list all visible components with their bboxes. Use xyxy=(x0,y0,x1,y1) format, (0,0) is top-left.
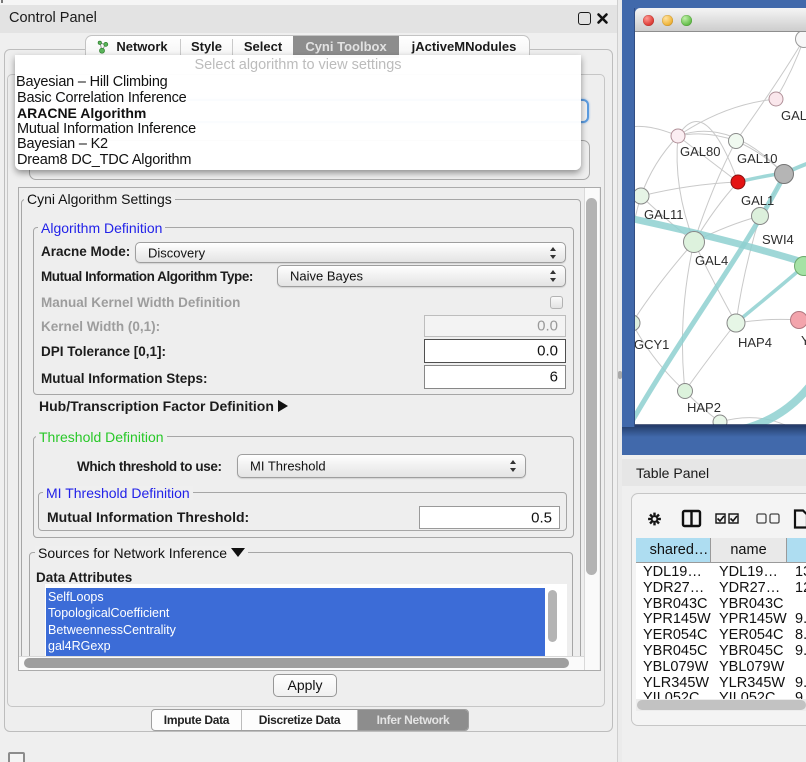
svg-text:YM: YM xyxy=(801,333,806,348)
svg-text:SWI4: SWI4 xyxy=(762,232,794,247)
svg-text:GAL10: GAL10 xyxy=(737,151,777,166)
svg-text:GAL11: GAL11 xyxy=(644,207,684,222)
svg-text:GAL7: GAL7 xyxy=(781,108,806,123)
svg-text:GCY1: GCY1 xyxy=(635,337,669,352)
svg-text:HAP2: HAP2 xyxy=(687,400,721,415)
svg-text:GAL80: GAL80 xyxy=(680,144,720,159)
svg-text:GAL4: GAL4 xyxy=(695,253,728,268)
svg-text:GAL1: GAL1 xyxy=(741,193,774,208)
svg-text:HAP4: HAP4 xyxy=(738,335,772,350)
